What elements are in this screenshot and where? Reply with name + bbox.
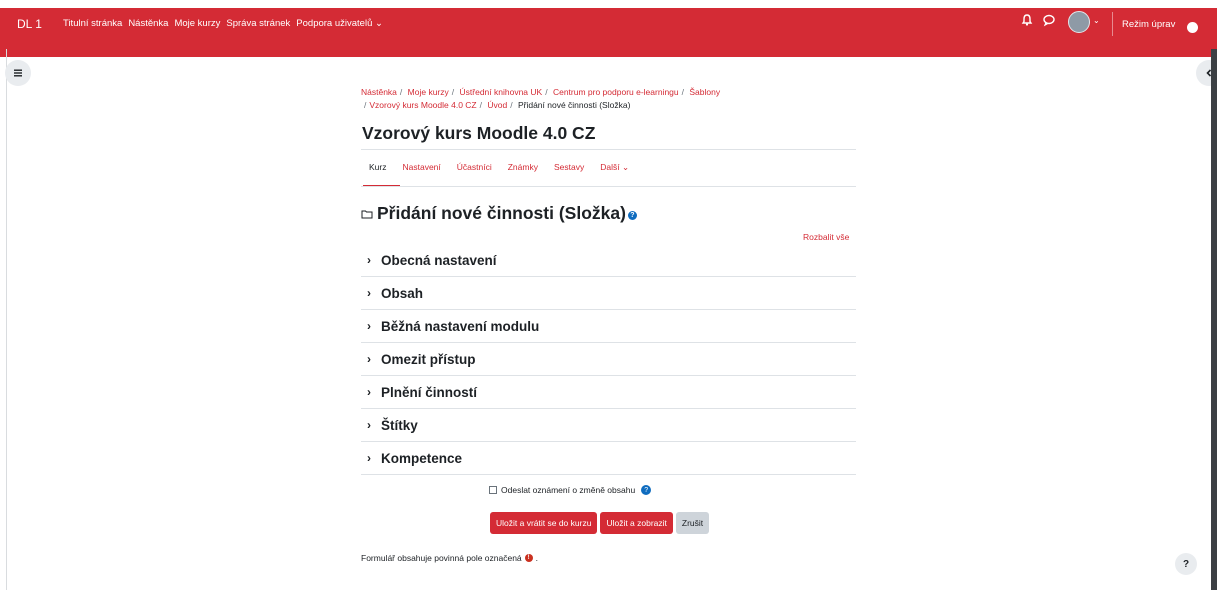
chat-bubble-icon[interactable] (1042, 13, 1056, 27)
section-content[interactable]: › Obsah (361, 277, 856, 310)
nav-item-home[interactable]: Titulní stránka (63, 18, 122, 29)
folder-icon (361, 203, 373, 224)
section-competencies[interactable]: › Kompetence (361, 442, 856, 475)
left-drawer-edge (6, 49, 7, 590)
exclamation-icon: ! (524, 554, 533, 562)
tab-grades[interactable]: Známky (500, 162, 546, 173)
list-icon (14, 69, 22, 77)
divider (361, 186, 856, 187)
breadcrumb-current: Přidání nové činnosti (Složka) (517, 100, 631, 110)
section-label: Plnění činností (381, 384, 478, 400)
scrollbar[interactable] (1211, 49, 1217, 590)
form-actions: Uložit a vrátit se do kurzu Uložit a zob… (490, 512, 710, 534)
chevron-right-icon: › (367, 385, 371, 399)
notify-checkbox[interactable] (489, 486, 497, 494)
course-tabs: Kurz Nastavení Účastníci Známky Sestavy … (361, 162, 637, 173)
help-button[interactable]: ? (1175, 553, 1197, 575)
section-label: Omezit přístup (381, 351, 476, 367)
breadcrumb: Nástěnka / Moje kurzy / Ústřední knihovna … (361, 87, 721, 110)
site-brand[interactable]: DL 1 (17, 17, 42, 31)
cancel-button[interactable]: Zrušit (675, 512, 710, 534)
navbar-icons (1020, 13, 1056, 27)
section-label: Běžná nastavení modulu (381, 318, 540, 334)
save-and-return-button[interactable]: Uložit a vrátit se do kurzu (490, 512, 598, 534)
tab-participants[interactable]: Účastníci (449, 162, 500, 173)
required-note-end: . (535, 553, 539, 563)
breadcrumb-item[interactable]: Úvod (487, 100, 507, 110)
edit-mode-toggle[interactable] (1187, 22, 1198, 33)
chevron-down-icon[interactable]: ⌄ (1093, 16, 1100, 25)
breadcrumb-item[interactable]: Šablony (689, 87, 720, 97)
primary-navigation: Titulní stránka Nástěnka Moje kurzy Sprá… (63, 18, 383, 29)
tab-more[interactable]: Další ⌄ (592, 162, 637, 173)
page-heading-text: Přidání nové činnosti (Složka) (377, 203, 626, 223)
tab-course[interactable]: Kurz (361, 162, 394, 173)
section-common-module-settings[interactable]: › Běžná nastavení modulu (361, 310, 856, 343)
breadcrumb-item[interactable]: Centrum pro podporu e-learningu (553, 87, 679, 97)
expand-all-link[interactable]: Rozbalit vše (803, 232, 849, 242)
breadcrumb-item[interactable]: Nástěnka (361, 87, 397, 97)
breadcrumb-item[interactable]: Ústřední knihovna UK (460, 87, 543, 97)
section-general[interactable]: › Obecná nastavení (361, 244, 856, 277)
bell-icon[interactable] (1020, 13, 1034, 27)
required-note-text: Formulář obsahuje povinná pole označená (361, 553, 522, 563)
save-and-display-button[interactable]: Uložit a zobrazit (600, 512, 673, 534)
help-icon[interactable]: ? (627, 211, 637, 220)
open-course-index-button[interactable] (5, 60, 31, 86)
chevron-right-icon: › (367, 253, 371, 267)
section-tags[interactable]: › Štítky (361, 409, 856, 442)
nav-item-site-admin[interactable]: Správa stránek (226, 18, 290, 29)
section-restrict-access[interactable]: › Omezit přístup (361, 343, 856, 376)
chevron-right-icon: › (367, 418, 371, 432)
course-title: Vzorový kurs Moodle 4.0 CZ (362, 123, 596, 143)
page-heading: Přidání nové činnosti (Složka) ? (361, 203, 637, 224)
breadcrumb-item[interactable]: Vzorový kurs Moodle 4.0 CZ (369, 100, 476, 110)
chevron-right-icon: › (367, 286, 371, 300)
section-label: Kompetence (381, 450, 463, 466)
section-label: Obsah (381, 285, 424, 301)
nav-item-user-support[interactable]: Podpora uživatelů ⌄ (296, 18, 383, 29)
help-icon[interactable]: ? (641, 485, 652, 495)
notify-content-change: Odeslat oznámení o změně obsahu ? (489, 485, 652, 495)
section-activity-completion[interactable]: › Plnění činností (361, 376, 856, 409)
tab-settings[interactable]: Nastavení (394, 162, 448, 173)
edit-mode-label: Režim úprav (1122, 19, 1176, 30)
chevron-right-icon: › (367, 319, 371, 333)
tab-reports[interactable]: Sestavy (546, 162, 592, 173)
nav-item-my-courses[interactable]: Moje kurzy (174, 18, 220, 29)
required-fields-note: Formulář obsahuje povinná pole označená … (361, 553, 538, 563)
nav-item-dashboard[interactable]: Nástěnka (128, 18, 168, 29)
form-sections: › Obecná nastavení › Obsah › Běžná nastaven… (361, 244, 856, 475)
chevron-right-icon: › (367, 451, 371, 465)
user-avatar[interactable] (1068, 11, 1090, 33)
chevron-right-icon: › (367, 352, 371, 366)
section-label: Obecná nastavení (381, 252, 497, 268)
navbar-divider (1112, 12, 1113, 36)
breadcrumb-item[interactable]: Moje kurzy (408, 87, 449, 97)
notify-label: Odeslat oznámení o změně obsahu (501, 485, 636, 495)
section-label: Štítky (381, 417, 418, 433)
divider (361, 149, 856, 150)
